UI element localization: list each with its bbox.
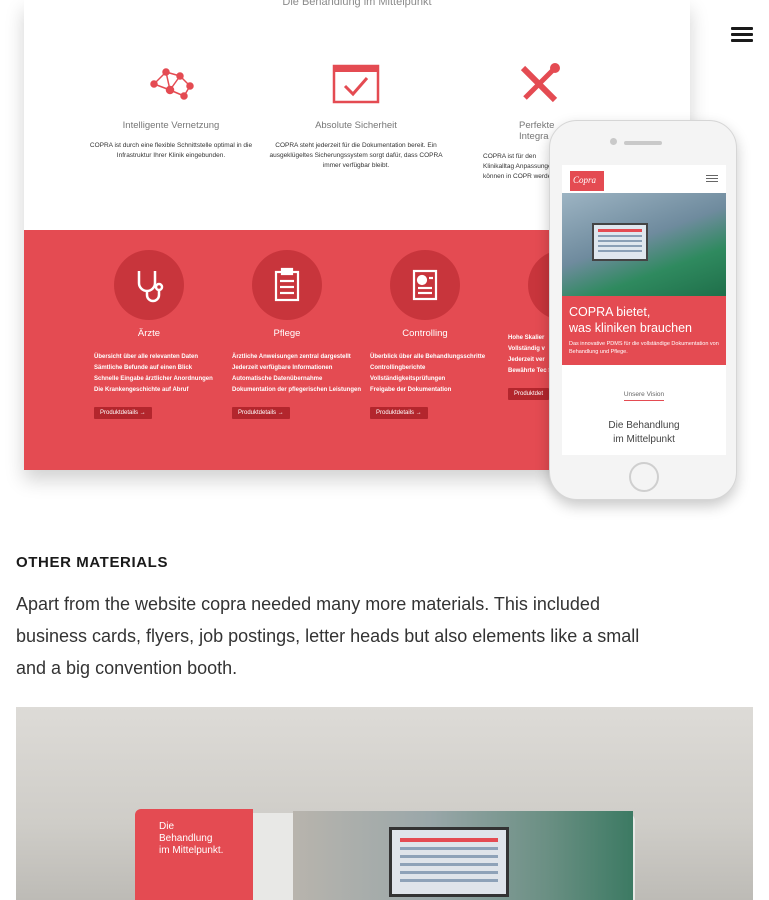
phone-vision-link[interactable]: Unsere Vision <box>623 391 665 401</box>
network-icon <box>146 62 196 106</box>
phone-hero-photo <box>562 193 726 296</box>
list-item: Ärztliche Anweisungen zentral dargestell… <box>232 354 351 360</box>
column-title: Pflege <box>273 328 301 339</box>
checked-window-icon <box>331 62 381 106</box>
report-icon <box>390 250 460 320</box>
copra-logo: Copra <box>570 171 604 191</box>
phone-headline-line2: was kliniken brauchen <box>569 321 692 335</box>
section-paragraph: Apart from the website copra needed many… <box>16 594 640 678</box>
phone-camera <box>610 138 617 145</box>
tools-icon <box>515 62 565 106</box>
list-item: Automatische Datenübernahme <box>232 376 323 382</box>
phone-header: Copra <box>562 165 726 193</box>
phone-bottom-line2: im Mittelpunkt <box>613 434 675 445</box>
booth-panel-line1: Die Behandlung <box>159 821 213 844</box>
phone-mockup: Copra COPRA bietet, was kliniken brauche… <box>549 120 737 500</box>
column-title: Ärzte <box>137 328 161 339</box>
monitor-illustration <box>592 223 648 261</box>
phone-home-button <box>629 462 659 492</box>
booth-monitor <box>389 827 509 897</box>
website-mockup-image: Die Behandlung im Mittelpunkt Intelligen… <box>16 0 753 510</box>
list-item: Die Krankengeschichte auf Abruf <box>94 387 189 393</box>
clipboard-icon <box>252 250 322 320</box>
feature-description: COPRA steht jederzeit für die Dokumentat… <box>269 142 443 169</box>
phone-hero-text: COPRA bietet, was kliniken brauchen Das … <box>562 296 726 365</box>
list-item: Sämtliche Befunde auf einen Blick <box>94 365 193 371</box>
feature-title: Intelligente Vernetzung <box>122 120 220 131</box>
feature-integration: Perfekte Integra COPRA ist für den Klini… <box>439 62 564 182</box>
feature-networking: Intelligente Vernetzung COPRA ist durch … <box>71 62 271 161</box>
list-item: Überblick über alle Behandlungsschritte <box>370 354 486 360</box>
feature-description: COPRA ist durch eine flexible Schnittste… <box>89 142 253 159</box>
phone-bottom: Unsere Vision Die Behandlung im Mittelpu… <box>562 365 726 447</box>
product-details-button[interactable]: Produktdetails → <box>94 407 152 419</box>
product-column-pflege: Pflege Ärztliche Anweisungen zentral dar… <box>232 250 362 419</box>
list-item: Vollständigkeitsprüfungen <box>370 376 446 382</box>
product-details-button[interactable]: Produktdetails → <box>370 407 428 419</box>
phone-headline-line1: COPRA bietet, <box>569 305 651 319</box>
mockup-top-title: Die Behandlung im Mittelpunkt <box>282 0 432 8</box>
convention-booth-image: Die Behandlung im Mittelpunkt. <box>16 707 753 900</box>
list-item: Schnelle Eingabe ärztlicher Anordnungen <box>94 376 213 382</box>
list-item: Dokumentation der pflegerischen Leistung… <box>232 387 362 393</box>
list-item: Controllingberichte <box>370 365 426 371</box>
list-item: Freigabe der Dokumentation <box>370 387 452 393</box>
phone-menu-icon <box>706 175 718 184</box>
booth-red-panel: Die Behandlung im Mittelpunkt. <box>135 809 253 900</box>
list-item: Jederzeit verfügbare Informationen <box>232 365 333 371</box>
phone-bottom-line1: Die Behandlung <box>608 420 680 431</box>
phone-screen: Copra COPRA bietet, was kliniken brauche… <box>562 165 726 455</box>
product-column-controlling: Controlling Überblick über alle Behandlu… <box>370 250 500 419</box>
list-item: Übersicht über alle relevanten Daten <box>94 354 199 360</box>
stethoscope-icon <box>114 250 184 320</box>
phone-speaker <box>624 141 662 145</box>
product-details-button[interactable]: Produktdet <box>508 388 550 400</box>
feature-title: Absolute Sicherheit <box>315 120 397 131</box>
product-column-aerzte: Ärzte Übersicht über alle relevanten Dat… <box>94 250 224 419</box>
feature-security: Absolute Sicherheit COPRA steht jederzei… <box>256 62 456 171</box>
phone-subline: Das innovative PDMS für die vollständige… <box>569 341 719 355</box>
section-heading: OTHER MATERIALS <box>16 554 169 571</box>
product-details-button[interactable]: Produktdetails → <box>232 407 290 419</box>
booth-panel-line2: im Mittelpunkt. <box>159 845 224 856</box>
column-title: Controlling <box>402 328 448 339</box>
